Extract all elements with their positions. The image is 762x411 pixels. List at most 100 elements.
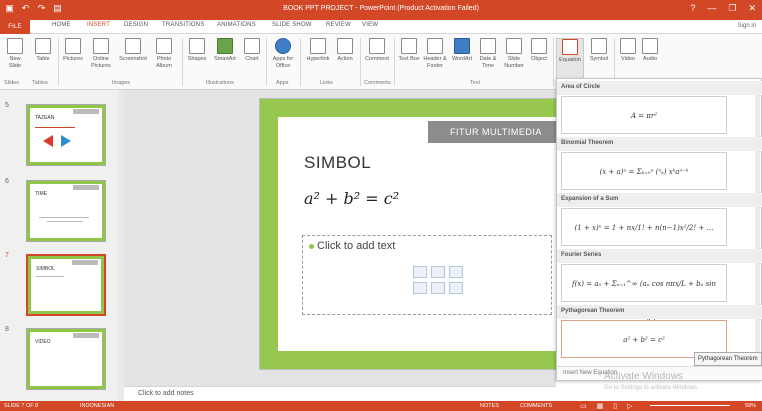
photo-album-icon: [156, 38, 172, 54]
slide-thumbnail[interactable]: TIME: [26, 180, 106, 242]
group-comments-label: Comments: [364, 80, 391, 86]
help-button[interactable]: ?: [690, 3, 695, 14]
placeholder-text: Click to add text: [317, 240, 396, 252]
sign-in-link[interactable]: Sign in: [738, 23, 756, 29]
group-tables-label: Tables: [32, 80, 48, 86]
video-icon: [620, 38, 636, 54]
ribbon-divider: [553, 38, 554, 86]
view-buttons: ▭ ▦ ▯ ▷: [580, 402, 633, 410]
equation-binomial-theorem[interactable]: (x + a)ⁿ = Σₖ₌₀ⁿ (ⁿₖ) xᵏaⁿ⁻ᵏ: [561, 152, 727, 190]
equation-section-label: Binomial Theorem: [557, 137, 762, 151]
slide-number: 5: [5, 102, 9, 109]
content-placeholder[interactable]: Click to add text: [302, 235, 552, 315]
notes-pane[interactable]: Click to add notes: [124, 386, 556, 401]
tab-slide-show[interactable]: SLIDE SHOW: [272, 22, 312, 28]
slide-thumbnail[interactable]: TAZEAN: [26, 104, 106, 166]
tab-home[interactable]: HOME: [52, 22, 71, 28]
language-indicator[interactable]: INDONESIAN: [80, 403, 114, 409]
screenshot-button[interactable]: Screenshot: [118, 38, 148, 63]
zoom-slider[interactable]: [650, 405, 730, 406]
tab-review[interactable]: REVIEW: [326, 22, 351, 28]
video-button[interactable]: Video: [618, 38, 638, 63]
thumbnail-banner: [73, 333, 99, 338]
group-links-label: Links: [320, 80, 333, 86]
equation-area-of-circle[interactable]: A = πr²: [561, 96, 727, 134]
current-slide[interactable]: FITUR MULTIMEDIA SIMBOL a² + b² = c² Cli…: [259, 98, 559, 370]
symbol-button[interactable]: Symbol: [588, 38, 610, 63]
notes-toggle[interactable]: NOTES: [480, 403, 499, 409]
zoom-level[interactable]: 59%: [745, 403, 756, 409]
audio-icon: [642, 38, 658, 54]
left-arrow-icon: [43, 135, 53, 147]
equation-fourier-series[interactable]: f(x) = a₀ + Σₙ₌₁^∞ (aₙ cos nπx/L + bₙ si…: [561, 264, 727, 326]
slideshow-view-icon[interactable]: ▷: [627, 402, 632, 410]
smartart-button[interactable]: SmartArt: [212, 38, 238, 63]
wordart-button[interactable]: WordArt: [450, 38, 474, 63]
tab-insert[interactable]: INSERT: [87, 22, 110, 28]
insert-video-icon[interactable]: [449, 282, 463, 294]
action-icon: [337, 38, 353, 54]
close-button[interactable]: ✕: [748, 3, 756, 14]
insert-online-picture-icon[interactable]: [431, 282, 445, 294]
object-button[interactable]: Object: [528, 38, 550, 63]
wordart-icon: [454, 38, 470, 54]
insert-table-icon[interactable]: [413, 266, 427, 278]
insert-smartart-icon[interactable]: [449, 266, 463, 278]
reading-view-icon[interactable]: ▯: [613, 402, 617, 410]
equation-icon: [562, 39, 578, 55]
restore-button[interactable]: ❐: [728, 3, 736, 14]
slide-thumbnail-selected[interactable]: SIMBOL: [26, 254, 106, 316]
equation-section-label: Fourier Series: [557, 249, 762, 263]
minimize-button[interactable]: —: [707, 3, 716, 14]
gallery-scrollbar[interactable]: [755, 81, 760, 361]
comment-button[interactable]: Comment: [364, 38, 390, 63]
slide-number-button[interactable]: Slide Number: [502, 38, 526, 70]
thumbnail-line: [39, 217, 89, 218]
bullet-icon: [309, 243, 314, 249]
title-bar: ▣ ↶ ↷ ▤ BOOK PPT PROJECT - PowerPoint (P…: [0, 0, 762, 20]
hyperlink-button[interactable]: Hyperlink: [304, 38, 332, 63]
slide-equation[interactable]: a² + b² = c²: [304, 189, 399, 208]
tab-design[interactable]: DESIGN: [124, 22, 148, 28]
action-button[interactable]: Action: [334, 38, 356, 63]
tab-animations[interactable]: ANIMATIONS: [217, 22, 256, 28]
thumbnail-title: SIMBOL: [36, 266, 55, 272]
online-pictures-button[interactable]: Online Pictures: [88, 38, 114, 70]
slide-content: FITUR MULTIMEDIA SIMBOL a² + b² = c² Cli…: [278, 117, 558, 351]
chart-icon: [244, 38, 260, 54]
slide-sorter-icon[interactable]: ▦: [597, 402, 604, 410]
window-controls: ? — ❐ ✕: [690, 3, 756, 14]
new-slide-button[interactable]: New Slide: [4, 38, 26, 70]
shapes-button[interactable]: Shapes: [186, 38, 208, 63]
insert-picture-icon[interactable]: [413, 282, 427, 294]
text-box-button[interactable]: Text Box: [398, 38, 420, 63]
insert-chart-icon[interactable]: [431, 266, 445, 278]
ribbon-tabs: FILE HOME INSERT DESIGN TRANSITIONS ANIM…: [0, 20, 762, 34]
comments-toggle[interactable]: COMMENTS: [520, 403, 552, 409]
chart-button[interactable]: Chart: [242, 38, 262, 63]
thumbnail-banner: [73, 109, 99, 114]
right-arrow-icon: [61, 135, 71, 147]
thumbnail-line: [36, 276, 64, 277]
thumbnail-title: TAZEAN: [35, 115, 55, 121]
tab-transitions[interactable]: TRANSITIONS: [162, 22, 205, 28]
apps-for-office-button[interactable]: Apps for Office: [270, 38, 296, 70]
pictures-button[interactable]: Pictures: [62, 38, 84, 63]
new-slide-icon: [7, 38, 23, 54]
activation-watermark: Activate Windows: [604, 371, 683, 382]
audio-button[interactable]: Audio: [640, 38, 660, 63]
ribbon-divider: [360, 38, 361, 86]
tab-file[interactable]: FILE: [0, 20, 30, 34]
date-time-button[interactable]: Date & Time: [476, 38, 500, 70]
normal-view-icon[interactable]: ▭: [580, 402, 587, 410]
tab-view[interactable]: VIEW: [362, 22, 378, 28]
slide-thumbnail[interactable]: VIDEO: [26, 328, 106, 390]
group-apps-label: Apps: [276, 80, 289, 86]
table-button[interactable]: Table: [32, 38, 54, 63]
equation-expansion-of-sum[interactable]: (1 + x)ⁿ = 1 + nx/1! + n(n−1)x²/2! + …: [561, 208, 727, 246]
symbol-icon: [591, 38, 607, 54]
photo-album-button[interactable]: Photo Album: [152, 38, 176, 70]
header-footer-button[interactable]: Header & Footer: [422, 38, 448, 70]
slide-number: 7: [5, 252, 9, 259]
slide-title[interactable]: SIMBOL: [304, 153, 371, 173]
